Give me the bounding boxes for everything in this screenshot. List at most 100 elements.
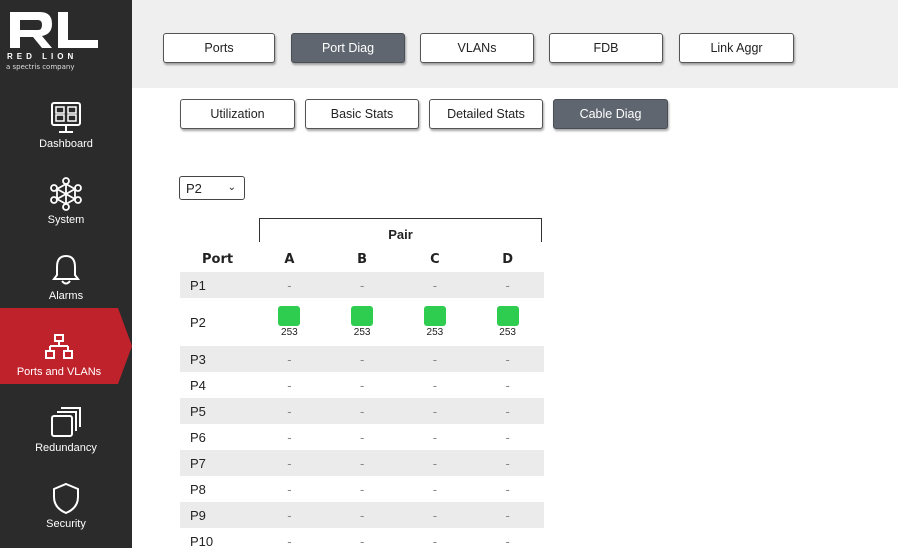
port-cell: P2	[190, 314, 206, 330]
port-cell: P3	[180, 346, 253, 372]
port-select[interactable]: P2 ⌄	[179, 176, 245, 200]
stacked-windows-icon	[51, 407, 81, 437]
table-row: P1- - - -	[180, 272, 544, 298]
status-ok-indicator	[351, 306, 374, 326]
pair-value-cell: -	[432, 377, 438, 393]
subtab-detailed-stats[interactable]: Detailed Stats	[429, 99, 543, 129]
cable-length-value: 253	[281, 327, 298, 338]
dashboard-icon	[51, 102, 81, 133]
sidebar-item-ports-and-vlans[interactable]: Ports and VLANs	[0, 308, 132, 384]
pair-value-cell: -	[432, 481, 438, 497]
pair-value-cell: -	[253, 272, 326, 298]
pair-value-cell: -	[471, 272, 544, 298]
pair-value-cell: -	[398, 346, 472, 372]
pair-value-cell: -	[325, 502, 399, 528]
pair-value-cell: -	[432, 429, 438, 445]
pair-value-cell: -	[471, 502, 544, 528]
table-row: P10 - - - -	[180, 528, 544, 554]
bell-icon	[52, 254, 80, 285]
cable-length-value: 253	[499, 327, 516, 338]
port-cell: P8	[190, 481, 206, 497]
pair-value-cell: -	[359, 533, 365, 549]
pair-value-cell: -	[287, 481, 292, 497]
pair-value-cell: -	[287, 377, 292, 393]
table-row: P4 - - - -	[180, 372, 544, 398]
sidebar-item-system[interactable]: System	[0, 156, 132, 232]
tab-fdb[interactable]: FDB	[549, 33, 663, 63]
pair-group-header: Pair	[259, 218, 542, 242]
red-lion-logo: RED LION a spectris company	[0, 0, 132, 76]
pair-value-cell: -	[287, 533, 292, 549]
port-select-value: P2	[186, 180, 202, 196]
sidebar-item-label: Redundancy	[35, 442, 97, 454]
sidebar-item-label: Alarms	[48, 290, 84, 302]
sidebar-item-security[interactable]: Security	[0, 460, 132, 536]
sidebar: RED LION a spectris company Dashboard Sy…	[0, 0, 132, 548]
pair-value-cell: -	[253, 398, 326, 424]
sidebar-item-dashboard[interactable]: Dashboard	[0, 80, 132, 156]
pair-value-cell: -	[505, 377, 510, 393]
sidebar-item-label: System	[47, 214, 85, 226]
pair-value-cell: -	[398, 450, 472, 476]
pair-value-cell: -	[287, 429, 292, 445]
tab-vlans[interactable]: VLANs	[420, 33, 534, 63]
status-ok-indicator	[496, 306, 519, 326]
port-cell: P1	[180, 272, 253, 298]
pair-value-cell: -	[253, 346, 326, 372]
shield-icon	[53, 482, 79, 515]
cable-length-value: 253	[353, 327, 371, 338]
port-cell: P5	[180, 398, 253, 424]
tab-ports[interactable]: Ports	[163, 33, 275, 63]
subtab-basic-stats[interactable]: Basic Stats	[305, 99, 419, 129]
tab-link-aggr[interactable]: Link Aggr	[679, 33, 794, 63]
port-cell: P7	[180, 450, 253, 476]
pair-value-cell: -	[505, 533, 510, 549]
pair-value-cell: -	[398, 502, 472, 528]
network-topology-icon	[45, 334, 73, 359]
pair-value-cell: -	[505, 481, 510, 497]
sidebar-item-label: Security	[46, 518, 86, 530]
table-row: P6 - - - -	[180, 424, 544, 450]
table-row: P2 253 253 253 253	[180, 298, 544, 346]
pair-value-cell: -	[505, 429, 510, 445]
pair-value-cell: -	[432, 533, 438, 549]
table-row: P9- - - -	[180, 502, 544, 528]
pair-value-cell: -	[253, 450, 326, 476]
sidebar-item-label: Ports and VLANs	[16, 366, 102, 378]
port-cell: P6	[190, 429, 206, 445]
column-header-pair-b: B	[357, 251, 368, 267]
cable-length-value: 253	[426, 327, 444, 338]
chevron-down-icon: ⌄	[227, 182, 236, 193]
pair-value-cell: -	[359, 481, 365, 497]
pair-value-cell: -	[471, 398, 544, 424]
pair-value-cell: -	[471, 450, 544, 476]
pair-value-cell: -	[253, 502, 326, 528]
pair-status-cell: 253	[253, 298, 326, 346]
table-row: P3- - - -	[180, 346, 544, 372]
subtab-cable-diag[interactable]: Cable Diag	[553, 99, 668, 129]
sidebar-item-redundancy[interactable]: Redundancy	[0, 384, 132, 460]
table-row: P5- - - -	[180, 398, 544, 424]
pair-value-cell: -	[325, 272, 399, 298]
tab-port-diag[interactable]: Port Diag	[291, 33, 405, 63]
sidebar-item-alarms[interactable]: Alarms	[0, 232, 132, 308]
column-header-pair-c: C	[430, 251, 440, 267]
pair-value-cell: -	[359, 429, 365, 445]
status-ok-indicator	[278, 306, 301, 326]
port-cell: P9	[180, 502, 253, 528]
pair-status-cell: 253	[399, 298, 472, 346]
column-header-pair-a: A	[284, 251, 295, 267]
system-network-icon	[50, 177, 82, 211]
column-header-port: Port	[202, 251, 234, 267]
sidebar-item-label: Dashboard	[39, 138, 93, 150]
brand-name: RED LION	[7, 52, 78, 61]
pair-status-cell: 253	[471, 298, 544, 346]
brand-tagline: a spectris company	[6, 63, 75, 71]
port-cell: P10	[190, 533, 214, 549]
pair-value-cell: -	[398, 272, 472, 298]
status-ok-indicator	[423, 306, 446, 326]
pair-status-cell: 253	[326, 298, 399, 346]
subtab-utilization[interactable]: Utilization	[180, 99, 295, 129]
port-cell: P4	[190, 377, 206, 393]
table-row: P7- - - -	[180, 450, 544, 476]
